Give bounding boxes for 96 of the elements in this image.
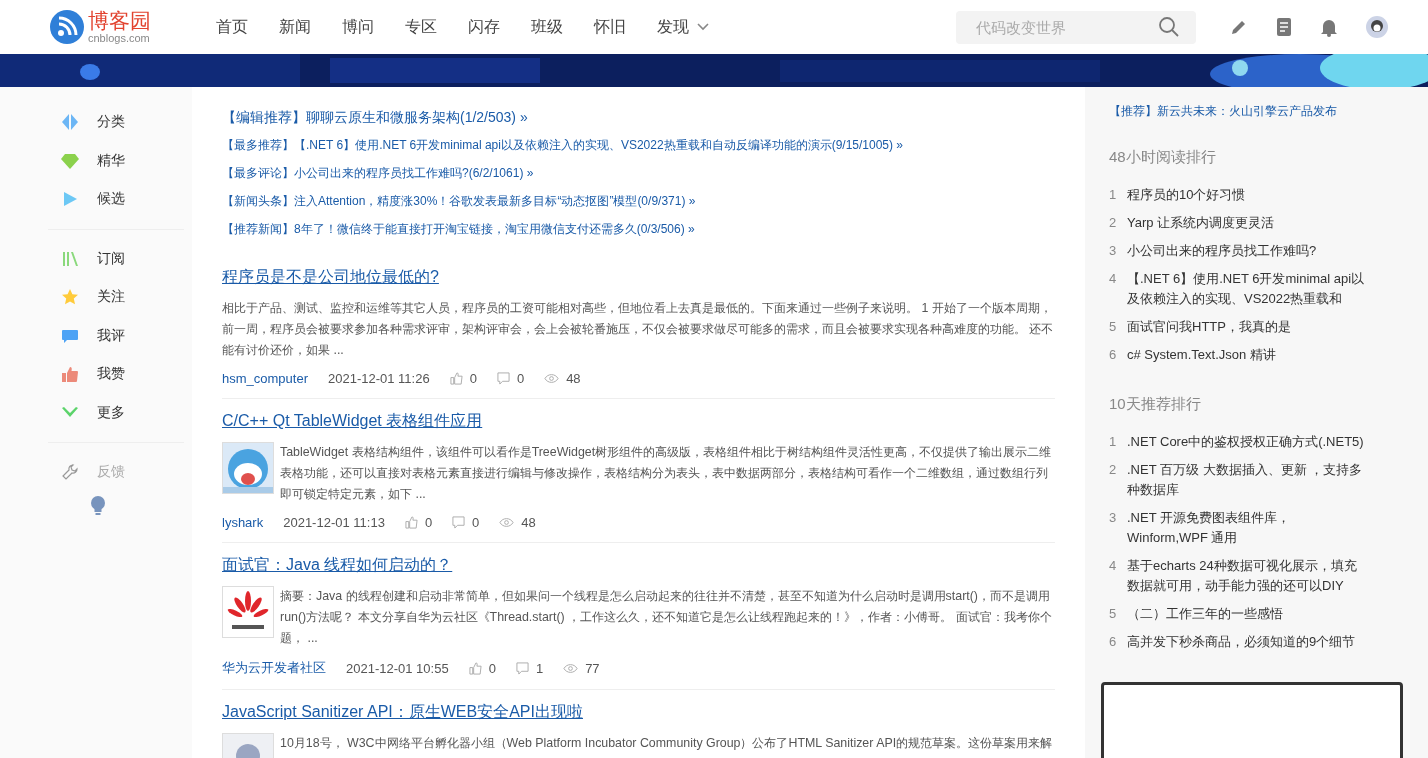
logo-text[interactable]: 博客园 <box>88 10 151 31</box>
ranking-link[interactable]: 基于echarts 24种数据可视化展示，填充数据就可用，动手能力强的还可以DIY <box>1127 556 1367 596</box>
sidebar-item[interactable]: 候选 <box>0 180 192 219</box>
headline-link[interactable]: 【最多推荐】【.NET 6】使用.NET 6开发minimal api以及依赖注入的实现、VS2022热重载和自动反编译功能的演示(9/15/1005) » <box>222 131 1055 159</box>
ranking-link[interactable]: 【.NET 6】使用.NET 6开发minimal api以及依赖注入的实现、VS2022热重载和 <box>1127 269 1367 309</box>
ranking-link[interactable]: c# System.Text.Json 精讲 <box>1127 345 1276 365</box>
thumbs-up-icon[interactable] <box>449 372 463 385</box>
eye-icon <box>499 517 515 528</box>
post-summary: 摘要：Java 的线程创建和启动非常简单，但如果问一个线程是怎么启动起来的往往并不清楚，甚至不知道为什么启动时是调用start()，而不是调用run()方法呢？ 本文分享自华为云社区《Thread.start() ，工作这么久，还不知道它是怎么让线程跑起来的！》，作者：小傅哥。 面试官：我考你个题， ... <box>280 588 1053 647</box>
like-count: 0 <box>488 660 496 676</box>
headline-link[interactable]: 【编辑推荐】聊聊云原生和微服务架构(1/2/503) » <box>222 103 1055 131</box>
like-count: 0 <box>424 515 433 530</box>
rank-number: 1 <box>1109 433 1117 451</box>
sidebar-item[interactable]: 精华 <box>0 141 192 180</box>
author-link[interactable]: 华为云开发者社区 <box>222 659 326 677</box>
nav-link[interactable]: 新闻 <box>279 16 311 38</box>
sidebar-item[interactable]: 我赞 <box>0 355 192 394</box>
ad-card[interactable] <box>1101 682 1403 758</box>
ranking-link[interactable]: （二）工作三年的一些感悟 <box>1127 604 1283 624</box>
like-count: 0 <box>469 371 477 386</box>
rank-number: 2 <box>1109 461 1117 479</box>
books-icon <box>61 249 79 268</box>
search-field[interactable]: 代码改变世界 <box>956 10 1196 44</box>
rank-number: 2 <box>1109 214 1117 232</box>
caret-icon <box>697 23 709 31</box>
post-date: 2021-12-01 10:55 <box>346 660 449 676</box>
comment-count: 0 <box>516 371 525 386</box>
post-title[interactable]: 程序员是不是公司地位最低的? <box>222 267 439 288</box>
avatar-icon[interactable] <box>1366 16 1388 38</box>
nav-link[interactable]: 博问 <box>342 16 374 38</box>
ranking-link[interactable]: .NET 百万级 大数据插入、更新 ，支持多种数据库 <box>1127 460 1367 500</box>
post-title[interactable]: C/C++ Qt TableWidget 表格组件应用 <box>222 411 483 432</box>
view-count: 77 <box>585 660 600 676</box>
rank-number: 3 <box>1109 242 1117 260</box>
author-link[interactable]: lyshark <box>222 515 264 530</box>
sidebar-item[interactable]: 分类 <box>0 103 192 142</box>
ranking-link[interactable]: .NET Core中的鉴权授权正确方式(.NET5) <box>1127 432 1364 452</box>
star-icon <box>61 288 79 307</box>
rank-number: 4 <box>1109 270 1117 288</box>
rank-number: 1 <box>1109 186 1117 204</box>
category-icon <box>61 113 79 132</box>
post-summary: 10月18号， W3C中网络平台孵化器小组（Web Platform Incubator Community Group）公布了HTML Sanitizer API的规范草案。这份草案用来解 <box>280 735 1053 752</box>
pencil-icon[interactable] <box>1230 18 1248 36</box>
post-title[interactable]: 面试官：Java 线程如何启动的？ <box>222 555 453 576</box>
section-heading: 10天推荐排行 <box>1109 395 1202 414</box>
post-title[interactable]: JavaScript Sanitizer API：原生WEB安全API出现啦 <box>222 702 583 723</box>
sidebar-item[interactable]: 关注 <box>0 278 192 317</box>
section-heading: 48小时阅读排行 <box>1109 148 1217 167</box>
author-link[interactable]: hsm_computer <box>222 371 308 386</box>
promo-link[interactable]: 【推荐】新云共未来：火山引擎云产品发布 <box>1109 103 1404 120</box>
thumbs-up-icon <box>61 365 79 384</box>
ranking-link[interactable]: 高并发下秒杀商品，必须知道的9个细节 <box>1127 632 1356 652</box>
rank-number: 6 <box>1109 633 1117 651</box>
rank-number: 5 <box>1109 318 1117 336</box>
ranking-link[interactable]: 程序员的10个好习惯 <box>1127 185 1246 205</box>
nav-link[interactable]: 闪存 <box>468 16 500 38</box>
nav-link[interactable]: 首页 <box>216 16 248 38</box>
eye-icon <box>563 662 579 674</box>
ranking-link[interactable]: 面试官问我HTTP，我真的是 <box>1127 317 1291 337</box>
headline-link[interactable]: 【新闻头条】注入Attention，精度涨30%！谷歌发表最新多目标“动态抠图”模型(0/9/371) » <box>222 187 1055 215</box>
rank-number: 4 <box>1109 557 1117 575</box>
comment-count: 0 <box>472 515 480 530</box>
rank-number: 6 <box>1109 346 1117 364</box>
thumbs-up-icon[interactable] <box>404 516 418 529</box>
nav-link[interactable]: 班级 <box>531 16 563 38</box>
ranking-link[interactable]: 小公司出来的程序员找工作难吗? <box>1127 241 1317 261</box>
thumbs-up-icon[interactable] <box>468 661 482 675</box>
sidebar-item[interactable]: 更多 <box>0 393 192 432</box>
nav-link[interactable]: 专区 <box>405 16 437 38</box>
comment-count: 1 <box>535 660 544 676</box>
ranking-link[interactable]: .NET 开源免费图表组件库，Winform,WPF 通用 <box>1127 508 1367 548</box>
nav-link[interactable]: 怀旧 <box>594 16 626 38</box>
view-count: 48 <box>566 371 581 386</box>
sidebar-item[interactable]: 我评 <box>0 316 192 355</box>
post-date: 2021-12-01 11:26 <box>328 371 430 386</box>
lightbulb-icon[interactable] <box>91 495 105 516</box>
rank-number: 3 <box>1109 509 1117 527</box>
headline-link[interactable]: 【最多评论】小公司出来的程序员找工作难吗?(6/2/1061) » <box>222 159 1055 187</box>
sidebar-item[interactable]: 订阅 <box>0 239 192 278</box>
wrench-icon <box>61 463 79 482</box>
rank-number: 5 <box>1109 605 1117 623</box>
view-count: 48 <box>521 515 536 530</box>
post-date: 2021-12-01 11:13 <box>283 515 385 530</box>
nav-link[interactable]: 发现 <box>657 16 709 38</box>
diamond-icon <box>61 151 79 170</box>
search-icon[interactable] <box>1158 15 1180 38</box>
bell-icon[interactable] <box>1320 17 1338 37</box>
logo-icon[interactable] <box>50 10 84 44</box>
ranking-link[interactable]: Yarp 让系统内调度更灵活 <box>1127 213 1275 233</box>
eye-icon <box>544 373 560 384</box>
logo-domain: cnblogs.com <box>88 33 151 44</box>
document-icon[interactable] <box>1276 17 1292 37</box>
headline-link[interactable]: 【推荐新闻】8年了！微信终于能直接打开淘宝链接，淘宝用微信支付还需多久(0/3/506) » <box>222 215 1055 243</box>
post-summary: 相比于产品、测试、监控和运维等其它人员，程序员的工资可能相对高些，但地位看上去真是最低的。下面来通过一些例子来说明。 1 开始了一个版本周期，前一周，程序员会被要求参加各种需求评审，架构评审会，会上会被轮番施压，不仅会被要求做尽可能多的需求，而且会被要求实现各种高难度的功能。 还不能有讨价还价，如果 ... <box>222 300 1055 359</box>
post-summary: TableWidget 表格结构组件，该组件可以看作是TreeWidget树形组件的高级版，表格组件相比于树结构组件灵活性更高，不仅提供了输出展示二维表格功能，还可以直接对表格元素直接进行编辑与修改操作，表格结构分为表头，表中数据两部分，表格结构可看作一个二维数组，通过数组行列即可锁定特定元素，如下 ... <box>280 444 1053 503</box>
play-icon <box>61 190 79 209</box>
